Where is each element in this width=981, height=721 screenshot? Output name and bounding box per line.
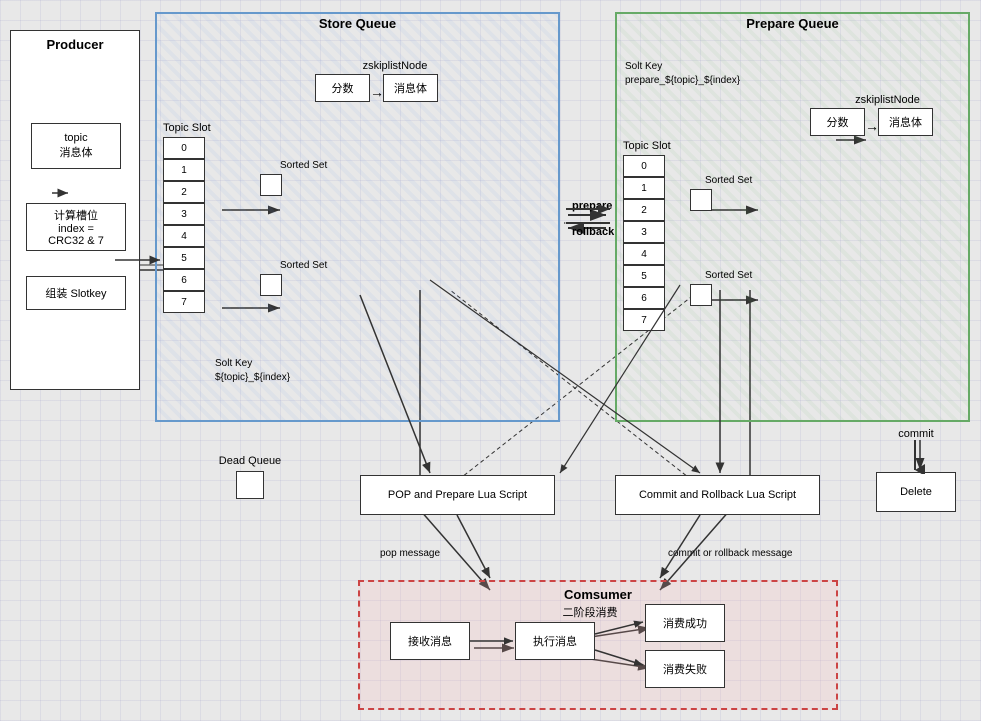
dead-queue-region: Dead Queue <box>155 455 345 520</box>
store-slot-5: 5 <box>163 247 205 269</box>
store-skiplist-label: zskiplistNode <box>315 60 475 72</box>
store-slot-4: 4 <box>163 225 205 247</box>
pop-message-label: pop message <box>380 548 440 559</box>
commit-arrow-label: commit <box>876 428 956 440</box>
store-slot-3: 3 <box>163 203 205 225</box>
store-key-label: Solt Key${topic}_${index} <box>215 357 290 385</box>
prepare-skiplist-msg: 消息体 <box>878 108 933 136</box>
consumer-region: Comsumer 二阶段消费 接收消息 执行消息 消费成功 消费失败 <box>358 580 838 710</box>
prep-slot-4: 4 <box>623 243 665 265</box>
prep-slot-7: 7 <box>623 309 665 331</box>
store-skiplist-score: 分数 <box>315 74 370 102</box>
prep-sorted-set-1-label: Sorted Set <box>705 175 752 186</box>
canvas: Producer topic 消息体 计算槽位index =CRC32 & 7 … <box>0 0 981 721</box>
prep-sorted-set-2-label: Sorted Set <box>705 270 752 281</box>
prepare-queue-region: Prepare Queue Solt Keyprepare_${topic}_$… <box>615 12 970 422</box>
pop-script-box: POP and Prepare Lua Script <box>360 475 555 515</box>
commit-rollback-message-label: commit or rollback message <box>668 548 792 559</box>
store-slot-6: 6 <box>163 269 205 291</box>
prepare-rollback-arrows <box>564 195 614 250</box>
slotkey-box: 组装 Slotkey <box>26 276 126 310</box>
store-skiplist-arrow: → <box>370 84 384 100</box>
store-slot-1: 1 <box>163 159 205 181</box>
prepare-skiplist-score: 分数 <box>810 108 865 136</box>
delete-box: Delete <box>876 472 956 512</box>
prepare-skiplist-arrow: → <box>865 118 879 134</box>
store-sorted-set-2-label: Sorted Set <box>280 260 327 271</box>
store-slot-7: 7 <box>163 291 205 313</box>
dead-queue-label: Dead Queue <box>155 455 345 467</box>
commit-rollback-script-box: Commit and Rollback Lua Script <box>615 475 820 515</box>
store-skiplist-msg: 消息体 <box>383 74 438 102</box>
topic-msg-box: topic 消息体 <box>31 123 121 169</box>
producer-region: Producer topic 消息体 计算槽位index =CRC32 & 7 … <box>10 30 140 390</box>
store-slot-0: 0 <box>163 137 205 159</box>
prepare-key-label: Solt Keyprepare_${topic}_${index} <box>625 60 740 88</box>
prepare-topic-slot-label: Topic Slot <box>623 140 671 152</box>
prep-slot-2: 2 <box>623 199 665 221</box>
calc-box: 计算槽位index =CRC32 & 7 <box>26 203 126 251</box>
store-queue-label: Store Queue <box>155 16 560 31</box>
prepare-skiplist-label: zskiplistNode <box>810 94 965 106</box>
store-sorted-set-1-label: Sorted Set <box>280 160 327 171</box>
prep-slot-3: 3 <box>623 221 665 243</box>
prep-slot-5: 5 <box>623 265 665 287</box>
prep-slot-0: 0 <box>623 155 665 177</box>
prep-slot-1: 1 <box>623 177 665 199</box>
store-queue-region: Store Queue zskiplistNode 分数 → 消息体 Topic… <box>155 12 560 422</box>
store-topic-slot-label: Topic Slot <box>163 122 211 134</box>
producer-label: Producer <box>11 37 139 52</box>
prepare-queue-label: Prepare Queue <box>615 16 970 31</box>
store-slot-2: 2 <box>163 181 205 203</box>
prep-slot-6: 6 <box>623 287 665 309</box>
